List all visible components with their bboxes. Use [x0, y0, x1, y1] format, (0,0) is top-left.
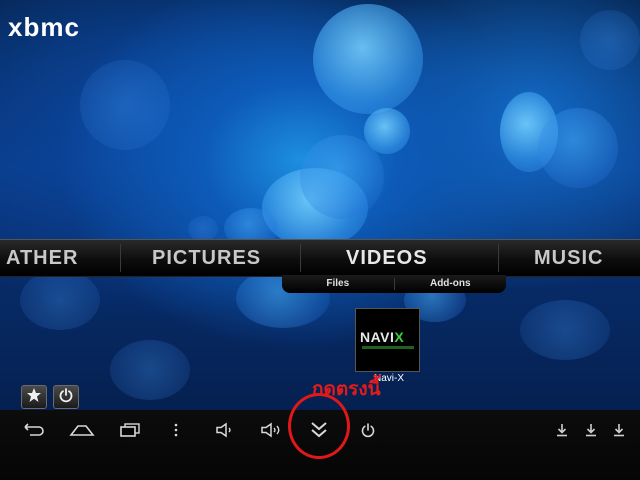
download-notification[interactable]: [582, 412, 600, 448]
recent-apps-icon: [118, 422, 142, 438]
download-icon: [585, 423, 597, 437]
volume-up-button[interactable]: [256, 412, 286, 448]
submenu-item-files[interactable]: Files: [282, 275, 394, 293]
menu-dots-icon: [173, 422, 179, 438]
bokeh-decoration: [110, 340, 190, 400]
recent-apps-button[interactable]: [116, 412, 144, 448]
star-icon: [26, 387, 42, 407]
power-icon: [360, 422, 376, 438]
menu-item-videos[interactable]: VIDEOS: [346, 240, 428, 276]
navi-x-logo-main: NAVI: [360, 329, 395, 345]
back-icon: [22, 422, 46, 438]
bokeh-decoration: [80, 60, 170, 150]
menu-item-pictures[interactable]: PICTURES: [152, 240, 261, 276]
navi-x-logo-x: X: [394, 329, 405, 345]
download-notification[interactable]: [610, 412, 628, 448]
back-button[interactable]: [20, 412, 48, 448]
xbmc-home-screen: xbmc ATHER PICTURES VIDEOS MUSIC Files A…: [0, 0, 640, 480]
home-button[interactable]: [68, 412, 96, 448]
download-notification[interactable]: [553, 412, 571, 448]
menu-divider: [120, 244, 121, 272]
bokeh-decoration: [313, 4, 423, 114]
volume-down-button[interactable]: [210, 412, 238, 448]
main-menu-bar: ATHER PICTURES VIDEOS MUSIC: [0, 239, 640, 277]
menu-button[interactable]: [166, 412, 186, 448]
submenu-item-add-ons[interactable]: Add-ons: [395, 275, 507, 293]
volume-down-icon: [214, 422, 234, 438]
annotation-highlight-circle: [288, 393, 350, 459]
home-icon: [69, 422, 95, 438]
videos-submenu: Files Add-ons: [282, 275, 506, 293]
bokeh-decoration: [20, 270, 100, 330]
menu-item-weather[interactable]: ATHER: [6, 240, 78, 276]
favourites-button[interactable]: [21, 385, 47, 409]
bokeh-decoration: [538, 108, 618, 188]
download-icon: [613, 423, 625, 437]
navi-x-logo-underline: [362, 346, 414, 349]
bokeh-decoration: [580, 10, 640, 70]
addon-tile-navi-x[interactable]: NAVIX: [355, 308, 420, 372]
bokeh-decoration: [520, 300, 610, 360]
navi-x-logo: NAVIX: [360, 329, 404, 345]
menu-divider: [498, 244, 499, 272]
power-icon: [58, 387, 74, 407]
menu-divider: [300, 244, 301, 272]
xbmc-logo: xbmc: [8, 12, 80, 42]
menu-item-music[interactable]: MUSIC: [534, 240, 603, 276]
xbmc-power-button[interactable]: [53, 385, 79, 409]
bokeh-decoration: [364, 108, 410, 154]
system-power-button[interactable]: [357, 412, 379, 448]
download-icon: [556, 423, 568, 437]
volume-up-icon: [259, 422, 283, 438]
